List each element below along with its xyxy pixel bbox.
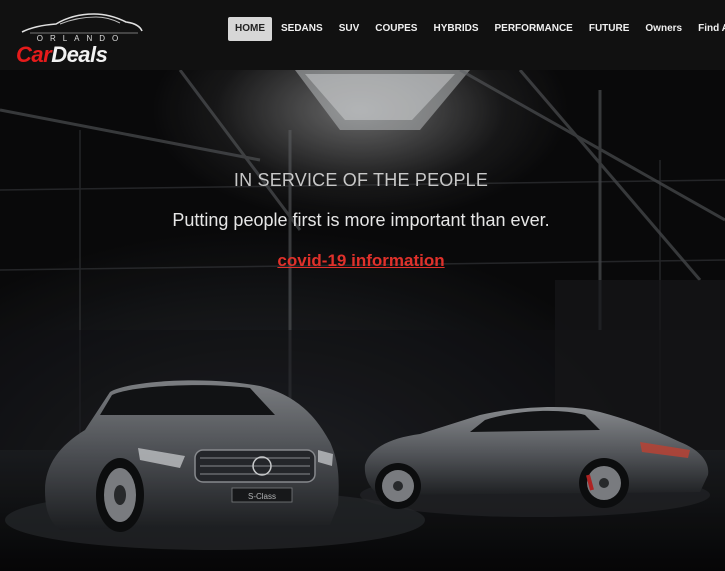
hero-subline: Putting people first is more important t… bbox=[172, 210, 550, 230]
nav-performance[interactable]: PERFORMANCE bbox=[488, 17, 580, 41]
logo-word-car: Car bbox=[16, 42, 52, 67]
site-header: ORLANDO CarDeals HOME SEDANS SUV COUPES … bbox=[0, 0, 725, 70]
logo-word-deals: Deals bbox=[51, 42, 108, 67]
nav-owners[interactable]: Owners bbox=[638, 17, 689, 41]
orlando-car-deals-logo[interactable]: ORLANDO CarDeals bbox=[14, 12, 149, 67]
car-silhouette-icon bbox=[21, 13, 143, 34]
logo-wordmark: CarDeals bbox=[16, 42, 108, 68]
covid-info-link[interactable]: covid-19 information bbox=[0, 251, 722, 271]
main-nav: HOME SEDANS SUV COUPES HYBRIDS PERFORMAN… bbox=[228, 17, 725, 41]
nav-home[interactable]: HOME bbox=[228, 17, 272, 41]
nav-sedans[interactable]: SEDANS bbox=[274, 17, 330, 41]
hero-eyebrow: IN SERVICE OF THE PEOPLE bbox=[233, 170, 489, 190]
nav-find-a-deal[interactable]: Find A Deal bbox=[691, 17, 725, 41]
nav-hybrids[interactable]: HYBRIDS bbox=[426, 17, 485, 41]
nav-coupes[interactable]: COUPES bbox=[368, 17, 424, 41]
hero-garage-image: S-Class bbox=[0, 70, 725, 571]
nav-future[interactable]: FUTURE bbox=[582, 17, 637, 41]
nav-suv[interactable]: SUV bbox=[332, 17, 367, 41]
hero-banner: S-Class IN SERVICE OF THE PEOPLE Putting… bbox=[0, 70, 725, 571]
